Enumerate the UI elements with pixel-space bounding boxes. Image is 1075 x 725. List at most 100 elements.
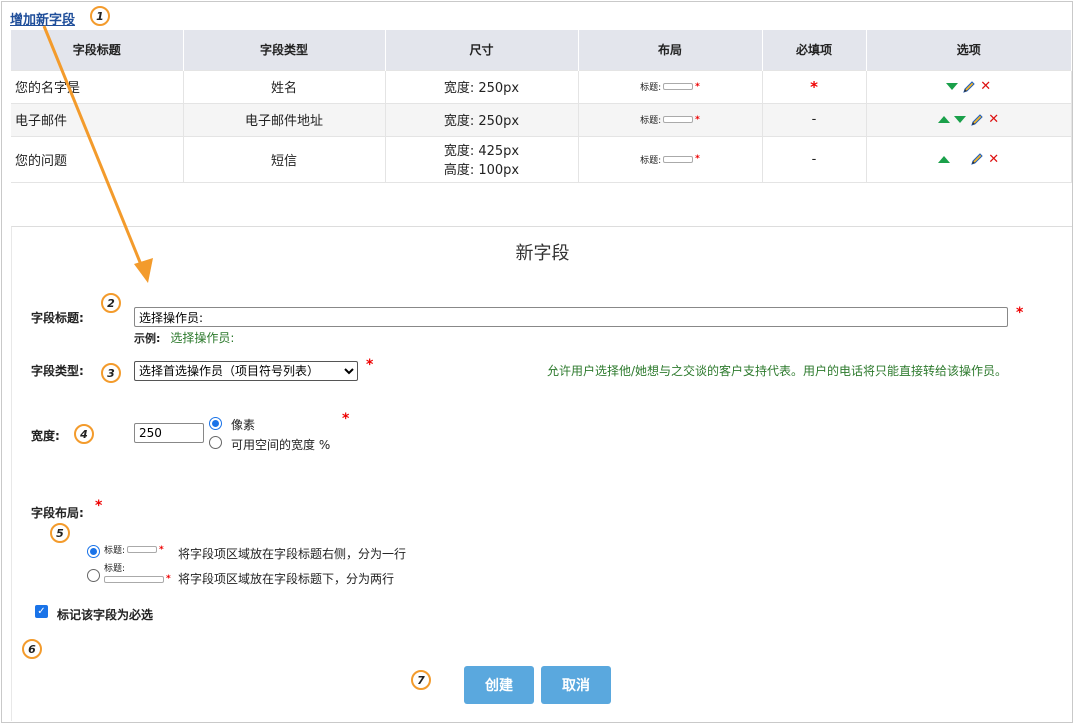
edit-pencil-icon[interactable] — [962, 80, 976, 94]
required-star: * — [695, 114, 700, 125]
field-title-label: 字段标题: — [31, 311, 84, 325]
cell-size: 宽度: 250px — [385, 102, 579, 136]
callout-badge: 6 — [22, 639, 42, 659]
layout-label: 字段布局: — [31, 506, 84, 520]
layout-two-line-radio[interactable] — [87, 569, 100, 582]
layout-preview-box — [663, 155, 694, 163]
width-unit-pixels-label: 像素 — [231, 418, 256, 432]
cell-type: 电子邮件地址 — [183, 102, 386, 136]
size-line: 宽度: 250px — [443, 114, 520, 129]
layout-preview-box — [127, 546, 158, 553]
cell-title: 电子邮件 — [11, 102, 184, 136]
create-button[interactable]: 创建 — [464, 666, 534, 704]
callout-badge: 7 — [411, 670, 431, 690]
cell-layout: 标题: * — [578, 102, 763, 136]
width-unit-percent-radio[interactable] — [209, 436, 222, 449]
col-header-size: 尺寸 — [385, 30, 579, 70]
field-title-input[interactable] — [134, 307, 1008, 327]
layout-preview: 标题: * — [640, 153, 700, 166]
callout-badge: 2 — [101, 293, 121, 313]
required-star: * — [95, 498, 103, 514]
delete-x-icon[interactable]: ✕ — [980, 80, 991, 93]
example-value: 选择操作员: — [170, 331, 235, 345]
layout-preview-label: 标题: — [104, 546, 126, 556]
col-header-layout: 布局 — [578, 30, 763, 70]
layout-one-line-radio[interactable] — [87, 545, 100, 558]
cell-required: - — [762, 135, 867, 183]
new-field-panel: 新字段 2 字段标题: * 示例: 选择操作员: 3 字段类型: 选择首选操作员（… — [11, 226, 1072, 721]
callout-badge: 3 — [101, 363, 121, 383]
layout-preview-box — [104, 575, 164, 583]
required-star: * — [695, 81, 700, 92]
panel-title: 新字段 — [515, 243, 570, 264]
required-mark: * — [810, 77, 818, 96]
layout-preview-one-line: 标题: * — [104, 543, 164, 557]
width-input[interactable] — [134, 423, 204, 443]
layout-preview-label: 标题: — [640, 116, 662, 126]
layout-option1-label: 将字段项区域放在字段标题右侧，分为一行 — [178, 547, 407, 561]
width-unit-pixels-radio[interactable] — [209, 417, 222, 430]
cell-size: 宽度: 425px 高度: 100px — [385, 135, 579, 183]
cell-layout: 标题: * — [578, 69, 763, 103]
field-type-select[interactable]: 选择首选操作员（项目符号列表） — [134, 361, 358, 381]
col-header-title: 字段标题 — [11, 30, 184, 70]
fields-table: 字段标题 字段类型 尺寸 布局 必填项 选项 您的名字是 姓名 宽度: 250p… — [11, 30, 1072, 183]
table-header-row: 字段标题 字段类型 尺寸 布局 必填项 选项 — [11, 30, 1072, 70]
layout-preview-label: 标题: — [640, 155, 662, 166]
width-unit-percent-label: 可用空间的宽度 % — [231, 438, 331, 452]
cell-title: 您的问题 — [11, 135, 184, 183]
cell-size: 宽度: 250px — [385, 69, 579, 103]
delete-x-icon[interactable]: ✕ — [988, 153, 999, 166]
edit-pencil-icon[interactable] — [970, 113, 984, 127]
required-star: * — [366, 357, 374, 373]
cell-options: ✕ — [866, 69, 1072, 103]
size-line: 高度: 100px — [443, 163, 520, 178]
move-down-icon[interactable] — [954, 116, 967, 123]
required-star: * — [1016, 305, 1024, 321]
cell-required: * — [762, 69, 867, 103]
required-star: * — [166, 574, 171, 584]
layout-preview-label: 标题: — [104, 564, 126, 574]
col-header-type: 字段类型 — [183, 30, 386, 70]
col-header-options: 选项 — [866, 30, 1072, 70]
cell-options: ✕ — [866, 102, 1072, 136]
table-row: 电子邮件 电子邮件地址 宽度: 250px 标题: * - ✕ — [11, 102, 1072, 136]
cancel-button[interactable]: 取消 — [541, 666, 611, 704]
table-row: 您的名字是 姓名 宽度: 250px 标题: * * ✕ — [11, 69, 1072, 103]
size-line: 宽度: 425px — [443, 144, 520, 159]
callout-badge: 4 — [74, 424, 94, 444]
layout-preview: 标题: * — [640, 80, 700, 94]
cell-layout: 标题: * — [578, 135, 763, 183]
required-checkbox[interactable]: ✓ — [35, 605, 48, 618]
cell-options: ✕ — [866, 135, 1072, 183]
required-star: * — [695, 154, 700, 164]
cell-type: 姓名 — [183, 69, 386, 103]
required-star: * — [342, 411, 350, 427]
move-up-icon[interactable] — [938, 116, 951, 123]
required-checkbox-label: 标记该字段为必选 — [57, 608, 154, 622]
delete-x-icon[interactable]: ✕ — [988, 113, 999, 126]
callout-badge: 5 — [50, 523, 70, 543]
table-row: 您的问题 短信 宽度: 425px 高度: 100px 标题: * - ✕ — [11, 135, 1072, 183]
col-header-required: 必填项 — [762, 30, 867, 70]
field-type-label: 字段类型: — [31, 364, 84, 378]
add-new-field-link[interactable]: 增加新字段 — [10, 9, 75, 28]
layout-preview-box — [663, 83, 694, 90]
size-line: 宽度: 250px — [443, 81, 520, 96]
cell-type: 短信 — [183, 135, 386, 183]
required-star: * — [159, 544, 164, 555]
layout-option2-label: 将字段项区域放在字段标题下，分为两行 — [178, 572, 395, 586]
cell-required: - — [762, 102, 867, 136]
callout-badge: 1 — [90, 6, 110, 26]
field-type-help: 允许用户选择他/她想与之交谈的客户支持代表。用户的电话将只能直接转给该操作员。 — [547, 364, 1008, 378]
layout-preview-label: 标题: — [640, 83, 662, 93]
move-down-icon[interactable] — [946, 83, 959, 90]
layout-preview-two-line: 标题: * — [104, 561, 171, 584]
move-up-icon[interactable] — [938, 155, 951, 163]
edit-pencil-icon[interactable] — [970, 152, 984, 166]
example-label: 示例: — [134, 332, 161, 345]
cell-title: 您的名字是 — [11, 69, 184, 103]
width-label: 宽度: — [31, 429, 60, 443]
layout-preview: 标题: * — [640, 113, 700, 127]
example-line: 示例: 选择操作员: — [134, 329, 234, 346]
